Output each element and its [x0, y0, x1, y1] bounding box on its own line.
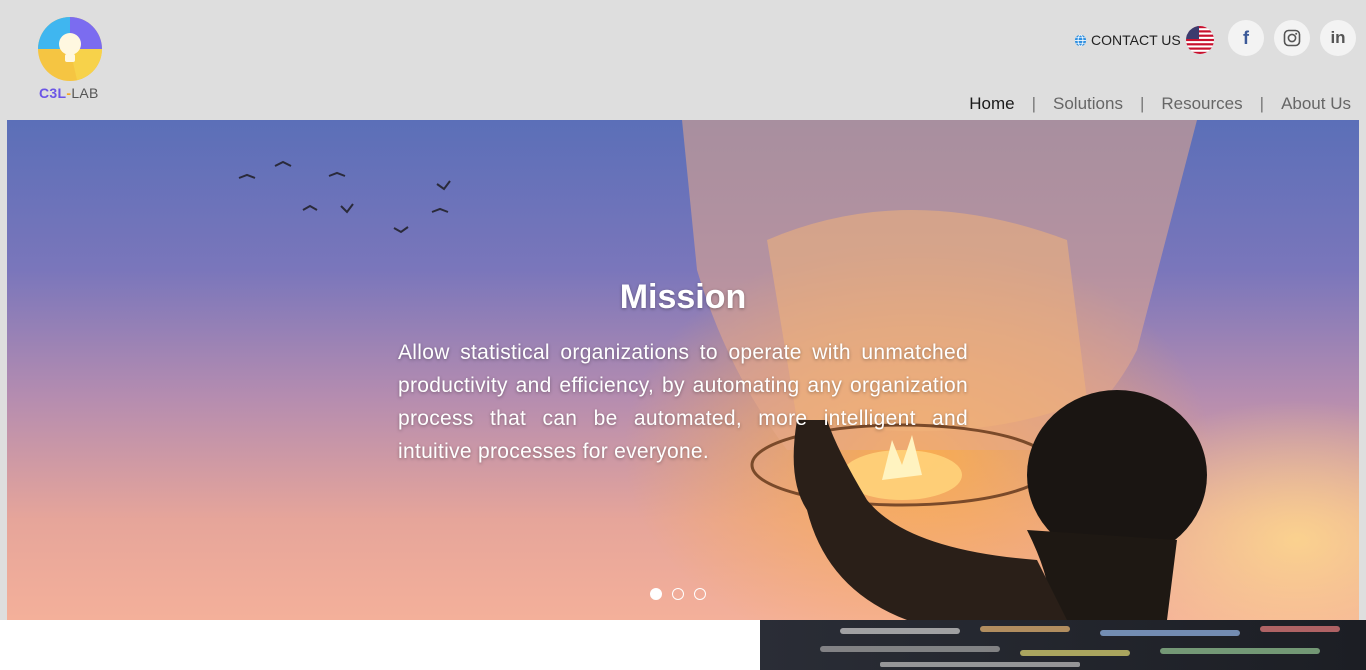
nav-separator: | [1139, 94, 1145, 113]
next-section [0, 620, 1366, 670]
facebook-icon: f [1243, 27, 1249, 48]
contact-us-link[interactable]: CONTACT US [1074, 25, 1214, 55]
nav-separator: | [1259, 94, 1265, 113]
carousel-indicators [650, 588, 706, 600]
nav-item-resources[interactable]: Resources [1161, 94, 1242, 114]
nav-separator: | [1031, 94, 1037, 113]
nav-item-about-us[interactable]: About Us [1281, 94, 1351, 114]
nav-item-home[interactable]: Home [969, 94, 1014, 114]
hero-carousel: Mission Allow statistical organizations … [7, 120, 1359, 620]
logo-bulb-icon [38, 17, 102, 81]
code-image [760, 620, 1366, 670]
site-header: C3L-LAB CONTACT US f in Home | Solutions… [0, 0, 1366, 120]
nav-item-solutions[interactable]: Solutions [1053, 94, 1123, 114]
contact-us-label: CONTACT US [1091, 32, 1181, 48]
instagram-icon [1283, 29, 1301, 47]
carousel-dot-3[interactable] [694, 588, 706, 600]
linkedin-button[interactable]: in [1320, 20, 1356, 56]
facebook-button[interactable]: f [1228, 20, 1264, 56]
linkedin-icon: in [1330, 28, 1346, 47]
main-nav: Home | Solutions | Resources | About Us [969, 94, 1351, 114]
logo-c3l-text: C3L [39, 85, 67, 101]
code-background-image [820, 626, 1340, 667]
globe-icon [1074, 34, 1087, 46]
c3l-lab-logo[interactable]: C3L-LAB [33, 14, 105, 104]
logo-wordmark: C3L-LAB [39, 85, 99, 101]
logo-lab-text: LAB [71, 85, 99, 101]
carousel-dot-2[interactable] [672, 588, 684, 600]
instagram-button[interactable] [1274, 20, 1310, 56]
hero-title: Mission [619, 278, 747, 316]
us-flag-icon[interactable] [1185, 26, 1214, 54]
carousel-dot-1[interactable] [650, 588, 662, 600]
hero-description: Allow statistical organizations to opera… [398, 341, 968, 463]
